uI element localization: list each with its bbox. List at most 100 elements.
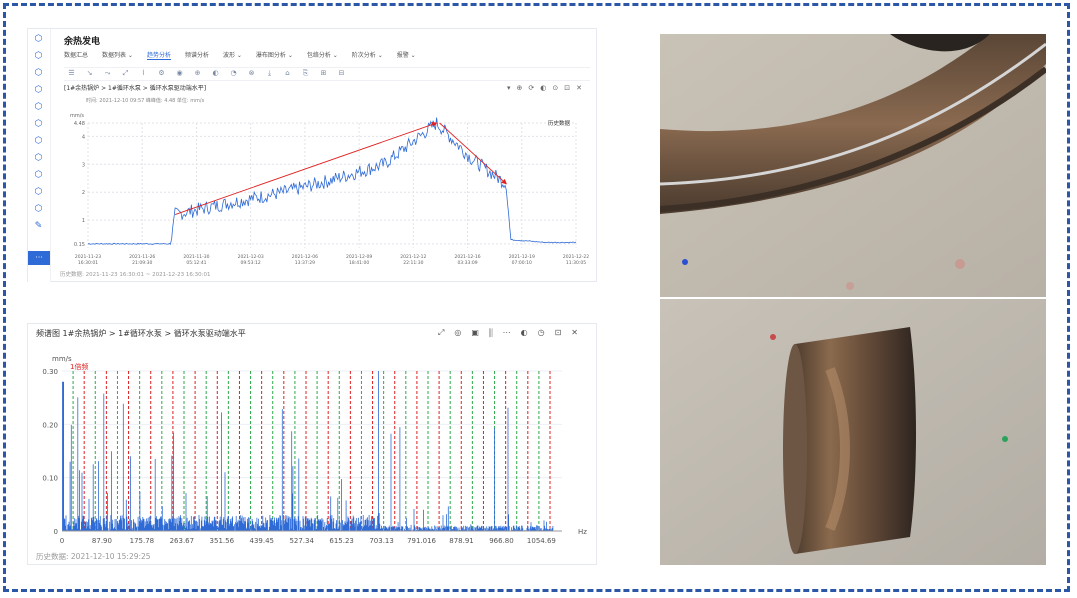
x-tick-label-time: 21:09:30: [132, 260, 152, 266]
x-tick-label: 2021-12-03: [238, 254, 264, 260]
toolbar-icon[interactable]: ◔: [230, 70, 237, 77]
spectrum-chart[interactable]: 0.30 0.20 0.10 0 mm/s1倍频 0 87.90 175.78 263.67 35…: [32, 346, 592, 546]
y-tick-label: 0.10: [42, 475, 58, 483]
x-tick-label: 2021-12-12: [400, 254, 426, 260]
x-tick-label-time: 16:30:01: [78, 260, 98, 266]
trend-app-window: ⬡ ⬡ ⬡ ⬡ ⬡ ⬡ ⬡ ⬡ ⬡ ⬡ ⬡ ✎ ··· 余热发电 数据汇总 数据列表 ⌄ 趋势分析 频谱分析 波…: [27, 28, 597, 282]
sidebar: ⬡ ⬡ ⬡ ⬡ ⬡ ⬡ ⬡ ⬡ ⬡ ⬡ ⬡ ✎ ···: [28, 29, 51, 282]
app-title: 余热发电: [64, 37, 101, 47]
chart-toolbar: ☰ ↘ ⤳ ⤢ ⌇ ⚙ ◉ ⊕ ◐ ◔ ⊗ ⤓ ⌂ ⎘ ⊞ ⊟: [64, 67, 590, 81]
app-footer: 历史数据: 2021-11-23 16:30:01 ~ 2021-12-23 1…: [60, 272, 211, 278]
cube-icon[interactable]: ⬡: [34, 69, 43, 78]
x-tick-label: 2021-12-06: [292, 254, 318, 260]
toolbar-icon[interactable]: ⎘: [302, 70, 309, 77]
top-menu: 数据汇总 数据列表 ⌄ 趋势分析 频谱分析 波形 ⌄ 瀑布图分析 ⌄ 包络分析 ⌄ 阶次分析 …: [64, 50, 590, 62]
x-tick-label: 351.56: [210, 537, 235, 545]
bearing-race-image: [660, 34, 1046, 297]
x-tick-label-time: 03:33:09: [457, 260, 477, 266]
cube-icon[interactable]: ⬡: [34, 154, 43, 163]
marker-label: 1倍频: [70, 362, 88, 371]
toolbar-icon[interactable]: ◉: [176, 70, 183, 77]
cube-icon[interactable]: ⬡: [34, 188, 43, 197]
x-tick-label: 0: [60, 537, 64, 545]
x-tick-label: 878.91: [449, 537, 474, 545]
x-tick-label: 527.34: [289, 537, 314, 545]
cube-icon[interactable]: ⬡: [34, 52, 43, 61]
menu-item[interactable]: 频谱分析: [185, 50, 209, 59]
y-axis-label: mm/s: [52, 355, 72, 363]
spectrum-bars: [62, 371, 554, 531]
toolbar-icon[interactable]: ◐: [212, 70, 219, 77]
x-tick-label: 615.23: [329, 537, 354, 545]
x-tick-label: 2021-12-19: [509, 254, 535, 260]
cube-icon[interactable]: ⬡: [34, 137, 43, 146]
y-tick-label: 1: [82, 218, 85, 224]
cube-icon[interactable]: ⬡: [34, 35, 43, 44]
history-label: 历史数据: [548, 119, 571, 127]
toolbar-icon[interactable]: ⤓: [266, 70, 273, 77]
cube-icon[interactable]: ⬡: [34, 103, 43, 112]
menu-item[interactable]: 趋势分析: [146, 50, 171, 60]
x-tick-label-time: 18:41:00: [349, 260, 369, 266]
toolbar-icon[interactable]: ⊕: [194, 70, 201, 77]
x-tick-label-time: 13:37:29: [295, 260, 315, 266]
y-tick-label: 4: [82, 134, 85, 140]
toolbar-icon[interactable]: ⤳: [104, 70, 111, 77]
menu-item[interactable]: 包络分析 ⌄: [307, 50, 338, 59]
toolbar-icon[interactable]: ⌇: [140, 70, 147, 77]
menu-item[interactable]: 瀑布图分析 ⌄: [256, 50, 293, 59]
x-tick-label: 87.90: [92, 537, 112, 545]
falling-trend-arrow: [439, 122, 507, 185]
x-axis-label: Hz: [578, 528, 587, 536]
x-tick-label-time: 07:00:10: [512, 260, 532, 266]
toolbar-icon[interactable]: ⊞: [320, 70, 327, 77]
y-axis-label: mm/s: [70, 113, 84, 119]
toolbar-icon[interactable]: ↘: [86, 70, 93, 77]
x-tick-label: 175.78: [130, 537, 155, 545]
y-tick-label: 3: [82, 162, 85, 168]
y-tick-label: 0.15: [74, 242, 85, 248]
menu-icon[interactable]: ···: [28, 251, 50, 265]
toolbar-icon[interactable]: ⊗: [248, 70, 255, 77]
y-tick-label: 0: [54, 528, 58, 536]
menu-item[interactable]: 波形 ⌄: [223, 50, 242, 59]
spectrum-window: 频谱图 1#余热锅炉 > 1#循环水泵 > 循环水泵驱动端水平 ⤢◎▣⫼⋯◐◷⊡…: [27, 323, 597, 565]
toolbar-icon[interactable]: ☰: [68, 70, 75, 77]
photo-bearing-race: [660, 34, 1046, 297]
chart-window-controls[interactable]: ▾⊕⟳◐⊙⊡✕: [507, 84, 588, 92]
trend-chart[interactable]: 2021-11-2316:30:01 2021-11-2621:09:30 2021…: [56, 103, 596, 283]
cube-icon[interactable]: ⬡: [34, 205, 43, 214]
y-tick-label: 0.20: [42, 421, 58, 429]
y-tick-label: 2: [82, 190, 85, 196]
menu-item[interactable]: 阶次分析 ⌄: [352, 50, 383, 59]
x-tick-label-time: 11:30:05: [566, 260, 586, 266]
y-tick-label: 4.48: [74, 121, 85, 127]
x-tick-label-time: 05:12:41: [186, 260, 206, 266]
x-tick-label: 966.80: [489, 537, 514, 545]
x-tick-label: 2021-11-23: [75, 254, 101, 260]
y-tick-label: 0.30: [42, 368, 58, 376]
x-tick-label: 703.13: [369, 537, 394, 545]
x-tick-label: 2021-11-30: [183, 254, 209, 260]
cube-icon[interactable]: ⬡: [34, 120, 43, 129]
menu-item[interactable]: 报警 ⌄: [397, 50, 416, 59]
x-tick-label-time: 09:53:12: [241, 260, 261, 266]
toolbar-icon[interactable]: ⤢: [122, 70, 129, 77]
spectrum-tools[interactable]: ⤢◎▣⫼⋯◐◷⊡✕: [438, 328, 588, 338]
photo-bearing-roller: [660, 299, 1046, 565]
wrench-icon[interactable]: ✎: [34, 222, 43, 231]
x-tick-label: 263.67: [170, 537, 195, 545]
x-tick-label: 439.45: [250, 537, 275, 545]
toolbar-icon[interactable]: ⌂: [284, 70, 291, 77]
toolbar-icon[interactable]: ⊟: [338, 70, 345, 77]
spectrum-footer: 历史数据: 2021-12-10 15:29:25: [36, 552, 151, 561]
x-tick-label: 791.016: [407, 537, 436, 545]
bearing-roller-image: [660, 299, 1046, 565]
menu-item[interactable]: 数据列表 ⌄: [102, 50, 133, 59]
menu-item[interactable]: 数据汇总: [64, 50, 88, 59]
cube-icon[interactable]: ⬡: [34, 86, 43, 95]
cube-icon[interactable]: ⬡: [34, 171, 43, 180]
x-tick-label: 1054.69: [527, 537, 556, 545]
toolbar-icon[interactable]: ⚙: [158, 70, 165, 77]
x-tick-label: 2021-12-09: [346, 254, 372, 260]
